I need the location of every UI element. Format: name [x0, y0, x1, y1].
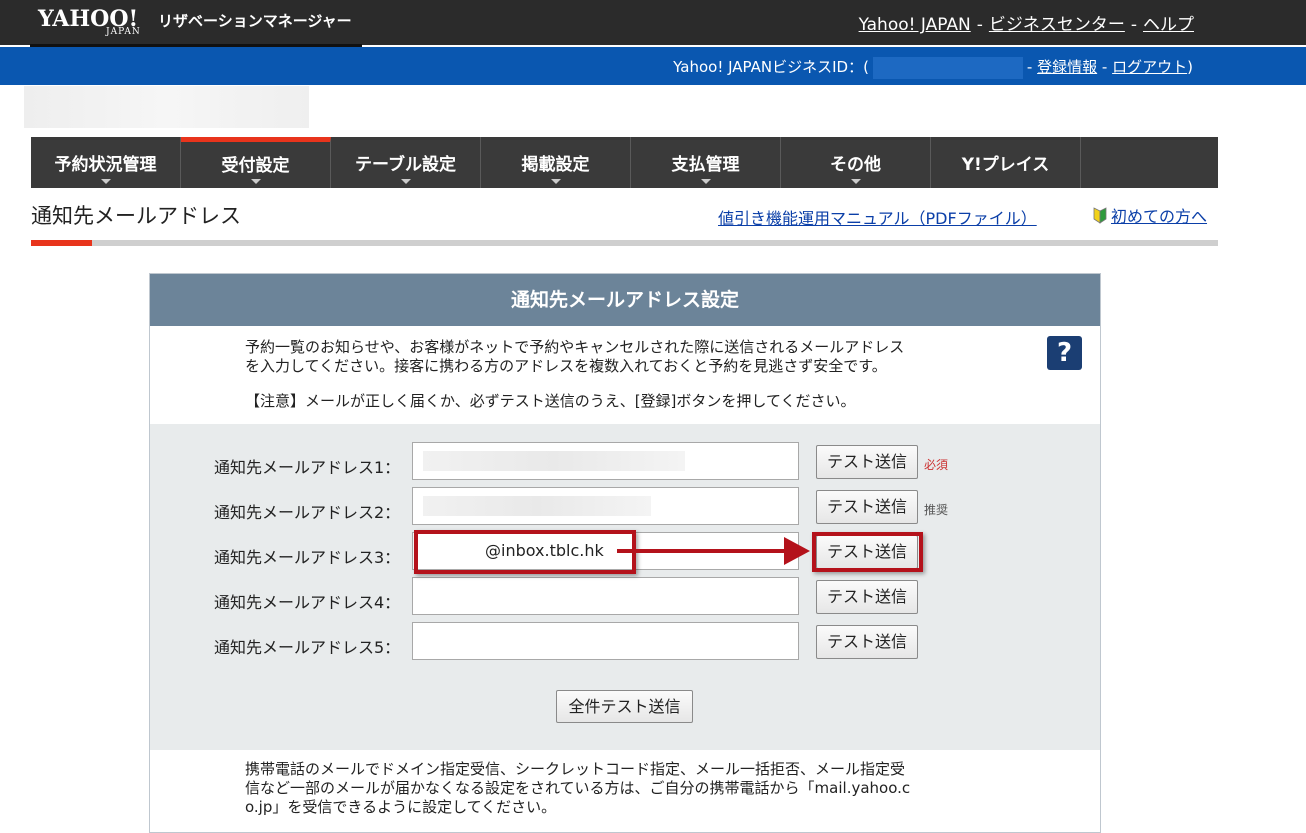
highlight-email-3	[414, 530, 636, 574]
help-link[interactable]: ヘルプ	[1143, 15, 1194, 35]
email-label-4: 通知先メールアドレス4：	[214, 593, 401, 612]
intro-line: を入力してください。接客に携わる方のアドレスを複数入れておくと予約を見逃さず安全…	[245, 357, 887, 375]
register-info-link[interactable]: 登録情報	[1037, 58, 1097, 76]
nav-label: 受付設定	[221, 156, 290, 176]
nav-label: その他	[830, 155, 881, 175]
test-send-button-4[interactable]: テスト送信	[816, 580, 918, 614]
manual-pdf-link[interactable]: 値引き機能運用マニュアル（PDFファイル）	[718, 205, 1037, 229]
panel-heading: 通知先メールアドレス設定	[150, 274, 1100, 326]
business-center-link[interactable]: ビジネスセンター	[989, 15, 1125, 35]
nav-item-reception-settings[interactable]: 受付設定	[181, 137, 331, 188]
chevron-down-icon	[550, 179, 561, 184]
nav-label: 掲載設定	[521, 155, 590, 175]
nav-item-listing-settings[interactable]: 掲載設定	[481, 137, 631, 188]
email-label-1: 通知先メールアドレス1：	[214, 458, 401, 477]
nav-item-table-settings[interactable]: テーブル設定	[331, 137, 481, 188]
app-name: リザベーションマネージャー	[158, 12, 352, 30]
nav-item-payment[interactable]: 支払管理	[631, 137, 781, 188]
masked-value	[423, 451, 685, 471]
email-input-2[interactable]	[412, 487, 799, 525]
notice-text: 【注意】メールが正しく届くか、必ずテスト送信のうえ、[登録]ボタンを押してくださ…	[245, 392, 856, 410]
first-time-label: 初めての方へ	[1111, 207, 1208, 226]
email-input-5[interactable]	[412, 622, 799, 660]
chevron-down-icon	[250, 179, 261, 184]
note-line: o.jp」を受信できるように設定してください。	[245, 798, 557, 816]
nav-label: Y!プレイス	[961, 155, 1050, 175]
beginner-mark-icon	[1093, 207, 1107, 224]
logout-link[interactable]: ログアウト	[1112, 58, 1187, 76]
yahoo-logo[interactable]: YAHOO! JAPAN リザベーションマネージャー	[38, 6, 352, 37]
business-id-label: Yahoo! JAPANビジネスID：(	[673, 58, 869, 76]
chevron-down-icon	[100, 179, 111, 184]
business-id-area: Yahoo! JAPANビジネスID：( - 登録情報 - ログアウト)	[673, 56, 1193, 79]
separator: -	[1026, 58, 1033, 76]
test-send-button-2[interactable]: テスト送信	[816, 490, 918, 524]
chevron-down-icon	[400, 179, 411, 184]
top-header-bar: YAHOO! JAPAN リザベーションマネージャー Yahoo! JAPAN -…	[0, 0, 1306, 45]
closing-paren: )	[1187, 58, 1193, 76]
separator: -	[976, 15, 983, 35]
yahoo-japan-link[interactable]: Yahoo! JAPAN	[859, 15, 971, 35]
masked-value	[423, 496, 651, 516]
required-badge: 必須	[924, 458, 949, 472]
nav-label: 予約状況管理	[54, 155, 157, 175]
help-icon[interactable]: ?	[1047, 336, 1082, 370]
highlight-test-button-3	[812, 532, 923, 572]
chevron-down-icon	[700, 179, 711, 184]
nav-label: テーブル設定	[355, 155, 456, 175]
recommended-badge: 推奨	[924, 503, 949, 517]
title-divider-accent	[31, 240, 92, 246]
intro-line: 予約一覧のお知らせや、お客様がネットで予約やキャンセルされた際に送信されるメール…	[245, 338, 905, 356]
note-line: 信など一部のメールが届かなくなる設定をされている方は、ご自分の携帯電話から「ma…	[245, 779, 911, 797]
email-label-3: 通知先メールアドレス3：	[214, 548, 401, 567]
nav-item-yplace[interactable]: Y!プレイス	[931, 137, 1081, 188]
separator: -	[1130, 15, 1137, 35]
page-title: 通知先メールアドレス	[31, 204, 241, 228]
test-send-all-button[interactable]: 全件テスト送信	[556, 690, 693, 723]
nav-item-reservation-status[interactable]: 予約状況管理	[31, 137, 181, 188]
account-bar: Yahoo! JAPANビジネスID：( - 登録情報 - ログアウト)	[0, 47, 1306, 85]
test-send-button-1[interactable]: テスト送信	[816, 445, 918, 479]
nav-item-other[interactable]: その他	[781, 137, 931, 188]
arrow-right-icon	[784, 537, 810, 565]
main-nav: 予約状況管理 受付設定 テーブル設定 掲載設定 支払管理 その他 Y!プレイス	[31, 137, 1218, 188]
logo-sub: JAPAN	[106, 27, 141, 37]
store-name-masked	[24, 86, 309, 128]
separator: -	[1101, 58, 1108, 76]
chevron-down-icon	[850, 179, 861, 184]
title-divider	[31, 240, 1218, 246]
intro-text: 予約一覧のお知らせや、お客様がネットで予約やキャンセルされた際に送信されるメール…	[245, 338, 1005, 376]
first-time-link[interactable]: 初めての方へ	[1093, 203, 1207, 227]
email-label-5: 通知先メールアドレス5：	[214, 638, 401, 657]
note-line: 携帯電話のメールでドメイン指定受信、シークレットコード指定、メール一括拒否、メー…	[245, 760, 906, 778]
email-label-2: 通知先メールアドレス2：	[214, 503, 401, 522]
email-input-1[interactable]	[412, 442, 799, 480]
test-send-button-5[interactable]: テスト送信	[816, 625, 918, 659]
email-input-4[interactable]	[412, 577, 799, 615]
annotation-arrow-shaft	[617, 549, 787, 553]
business-id-value-masked	[872, 56, 1023, 79]
header-links: Yahoo! JAPAN - ビジネスセンター - ヘルプ	[859, 10, 1194, 35]
mobile-settings-note: 携帯電話のメールでドメイン指定受信、シークレットコード指定、メール一括拒否、メー…	[245, 760, 1005, 817]
nav-label: 支払管理	[671, 155, 740, 175]
